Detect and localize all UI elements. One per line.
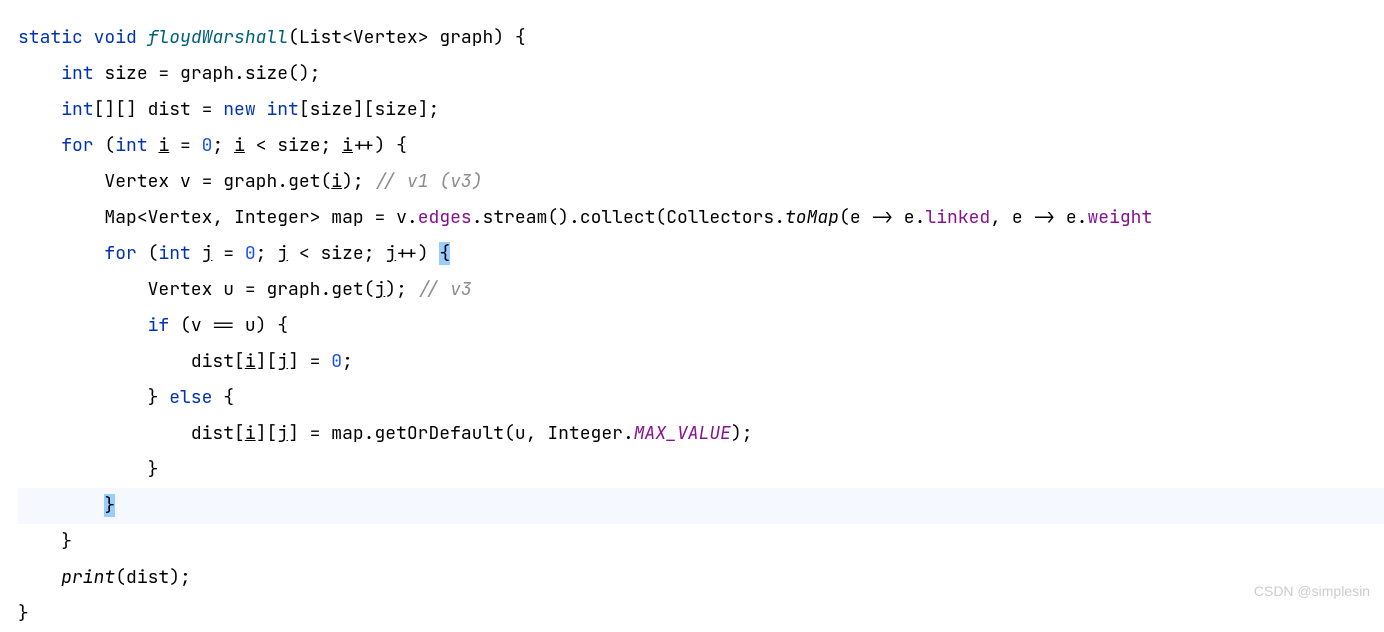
ident: graph	[180, 62, 234, 85]
ident: map	[331, 422, 363, 445]
var-i: i	[342, 134, 353, 157]
code-line: Vertex v = graph.get(i); // v1 (v3)	[18, 164, 1384, 200]
type: Vertex	[148, 206, 213, 229]
current-line: }	[18, 488, 1384, 524]
method-name: floydWarshall	[148, 26, 288, 49]
var: u	[223, 278, 234, 301]
type: Collectors	[666, 206, 774, 229]
type: Vertex	[104, 170, 169, 193]
code-block: static void floydWarshall(List<Vertex> g…	[18, 20, 1384, 632]
code-line: }	[18, 596, 1384, 632]
kw-void: void	[94, 26, 137, 49]
ident: size	[321, 242, 364, 265]
type: Vertex	[148, 278, 213, 301]
type: Integer	[547, 422, 623, 445]
var: dist	[148, 98, 191, 121]
var-j: j	[202, 242, 213, 265]
ident: u	[245, 314, 256, 337]
type: Integer	[234, 206, 310, 229]
ident: v	[396, 206, 407, 229]
param: graph	[439, 26, 493, 49]
lambda: e -> e	[1012, 206, 1077, 229]
code-line: static void floydWarshall(List<Vertex> g…	[18, 20, 1384, 56]
code-line: int[][] dist = new int[size][size];	[18, 92, 1384, 128]
ident: size	[277, 134, 320, 157]
static-call: toMap	[785, 206, 839, 229]
var-j: j	[385, 242, 396, 265]
var: size	[104, 62, 147, 85]
ident: dist	[191, 422, 234, 445]
comment: // v3	[418, 278, 472, 301]
watermark: CSDN @simplesin	[1254, 573, 1370, 609]
var-i: i	[331, 170, 342, 193]
sym: <	[342, 26, 353, 49]
code-line: Vertex u = graph.get(j); // v3	[18, 272, 1384, 308]
code-line: dist[i][j] = 0;	[18, 344, 1384, 380]
ident: dist	[191, 350, 234, 373]
matching-brace: {	[439, 242, 450, 265]
num: 0	[331, 350, 342, 373]
paren: (	[288, 26, 299, 49]
sym: >	[418, 26, 429, 49]
kw-int: int	[158, 242, 190, 265]
var-j: j	[277, 350, 288, 373]
code-line: if (v == u) {	[18, 308, 1384, 344]
code-line: Map<Vertex, Integer> map = v.edges.strea…	[18, 200, 1384, 236]
kw-for: for	[104, 242, 136, 265]
type: List	[299, 26, 342, 49]
num: 0	[202, 134, 213, 157]
kw-int: int	[115, 134, 147, 157]
comment: // v1 (v3)	[375, 170, 483, 193]
code-line: int size = graph.size();	[18, 56, 1384, 92]
code-line: dist[i][j] = map.getOrDefault(u, Integer…	[18, 416, 1384, 452]
ident: graph	[266, 278, 320, 301]
ident: v	[191, 314, 202, 337]
type: Map	[104, 206, 136, 229]
sym: ) {	[493, 26, 525, 49]
code-line: }	[18, 452, 1384, 488]
var-i: i	[234, 134, 245, 157]
call: get	[288, 170, 320, 193]
call: stream	[483, 206, 548, 229]
num: 0	[245, 242, 256, 265]
call: size	[245, 62, 288, 85]
kw-int: int	[266, 98, 298, 121]
ident: graph	[223, 170, 277, 193]
field: linked	[925, 206, 990, 229]
call: collect	[580, 206, 656, 229]
var: map	[331, 206, 363, 229]
call: get	[331, 278, 363, 301]
code-line: print(dist);	[18, 560, 1384, 596]
kw-for: for	[61, 134, 93, 157]
kw-new: new	[223, 98, 255, 121]
ident: size	[374, 98, 417, 121]
var-i: i	[158, 134, 169, 157]
matching-brace: }	[104, 494, 115, 517]
kw-static: static	[18, 26, 83, 49]
static-call: print	[61, 566, 115, 589]
lambda: e -> e	[850, 206, 915, 229]
code-line: for (int i = 0; i < size; i++) {	[18, 128, 1384, 164]
var-j: j	[374, 278, 385, 301]
ident: dist	[126, 566, 169, 589]
var-j: j	[277, 242, 288, 265]
var: v	[180, 170, 191, 193]
ident: size	[310, 98, 353, 121]
code-line: } else {	[18, 380, 1384, 416]
var-i: i	[245, 422, 256, 445]
ident: u	[515, 422, 526, 445]
kw-int: int	[61, 98, 93, 121]
constant: MAX_VALUE	[634, 422, 731, 445]
kw-if: if	[148, 314, 170, 337]
kw-else: else	[169, 386, 212, 409]
code-line: for (int j = 0; j < size; j++) {	[18, 236, 1384, 272]
code-line: }	[18, 524, 1384, 560]
type: Vertex	[353, 26, 418, 49]
var-j: j	[277, 422, 288, 445]
field: weight	[1087, 206, 1152, 229]
call: getOrDefault	[374, 422, 504, 445]
kw-int: int	[61, 62, 93, 85]
field: edges	[418, 206, 472, 229]
var-i: i	[245, 350, 256, 373]
